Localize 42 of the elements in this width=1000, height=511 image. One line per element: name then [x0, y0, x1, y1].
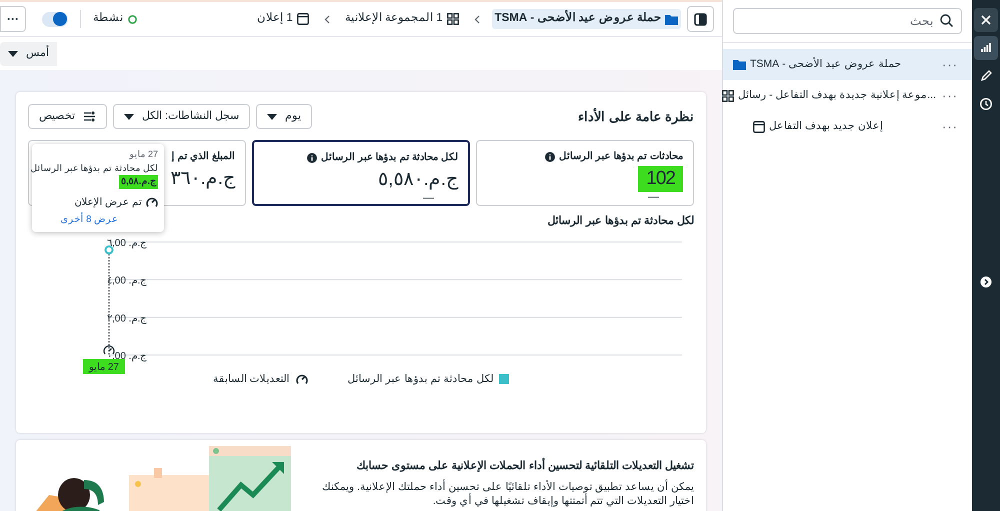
tree-item[interactable]: ··· ...موعة إعلانية جديدة بهدف التفاعل - رسائل: [723, 80, 972, 111]
metric-change: —: [423, 193, 435, 203]
dropdown-button[interactable]: يوم: [256, 104, 312, 129]
axis-label: ج.م. ٦,00: [107, 238, 146, 248]
show-more-link[interactable]: عرض 8 أخرى: [60, 212, 118, 227]
dropdown-button[interactable]: سجل النشاطات: الكل: [113, 104, 250, 129]
promo-text: يمكن أن يساعد تطبيق توصيات الأداء تلقائيًا على تحسين أداء حملتك الإعلانية. ويمكنك اختيار التعديلات التي تتم أتمتتها وإيقاف تشغيلها في أي وقت.: [321, 480, 694, 508]
breadcrumb[interactable]: 1 إعلان: [254, 9, 312, 29]
metric-label: المبلغ الذي تم إ: [172, 150, 235, 164]
tree-label: ...موعة إعلانية جديدة بهدف التفاعل - رسائل: [738, 88, 936, 103]
search-field[interactable]: بحث: [733, 8, 962, 34]
tooltip-value: ج.م.٥,٥٨: [119, 174, 158, 189]
tree-item[interactable]: ··· حملة عروض عيد الأضحى - TSMA: [723, 49, 972, 80]
metric-value: 102: [638, 166, 683, 192]
tree-label: حملة عروض عيد الأضحى - TSMA: [750, 56, 902, 72]
breadcrumb[interactable]: 1 المجموعة الإعلانية: [342, 9, 462, 29]
legend-label: التعديلات السابقة: [212, 372, 290, 386]
tooltip-event: تم عرض الإعلان: [74, 196, 142, 210]
promo-title: تشغيل التعديلات التلقائية لتحسين أداء الحملات الإعلانية على مستوى حسابك: [294, 458, 694, 474]
date-dropdown[interactable]: أمس: [0, 42, 57, 66]
tree-item[interactable]: ··· إعلان جديد بهدف التفاعل: [723, 111, 972, 142]
more-button[interactable]: ···: [0, 6, 26, 32]
metric-label: محادثات تم بدؤها عبر الرسائل: [558, 150, 683, 164]
more-options-icon[interactable]: ···: [942, 86, 958, 106]
chart-title: لكل محادثة تم بدؤها عبر الرسائل: [548, 214, 694, 229]
tooltip-date: 27 مايو: [129, 148, 158, 162]
tooltip-metric: لكل محادثة تم بدؤها عبر الرسائل: [30, 162, 158, 174]
axis-label: 27 مايو: [89, 362, 119, 372]
more-options-icon[interactable]: ···: [942, 116, 958, 136]
metric-card[interactable]: لكل محادثة تم بدؤها عبر الرسائل ج.م.٥,٥٨٠ —: [252, 140, 470, 206]
metric-change: —: [648, 192, 660, 202]
tree-label: إعلان جديد بهدف التفاعل: [769, 118, 883, 134]
metric-value: ج.م.٣٦٠: [170, 167, 235, 191]
customize-button[interactable]: تخصيص: [28, 104, 107, 129]
legend-label: لكل محادثة تم بدؤها عبر الرسائل: [348, 372, 494, 387]
more-options-icon[interactable]: ···: [942, 54, 958, 74]
axis-label: ج.م. ٠,00: [107, 350, 146, 362]
card-title: نظرة عامة على الأداء: [578, 107, 694, 126]
metric-label: لكل محادثة تم بدؤها عبر الرسائل: [321, 151, 458, 165]
status-label: نشطة: [93, 11, 123, 26]
metric-value: ج.م.٥,٥٨٠: [378, 168, 458, 192]
breadcrumb[interactable]: حملة عروض عيد الأضحى - TSMA: [492, 9, 681, 29]
